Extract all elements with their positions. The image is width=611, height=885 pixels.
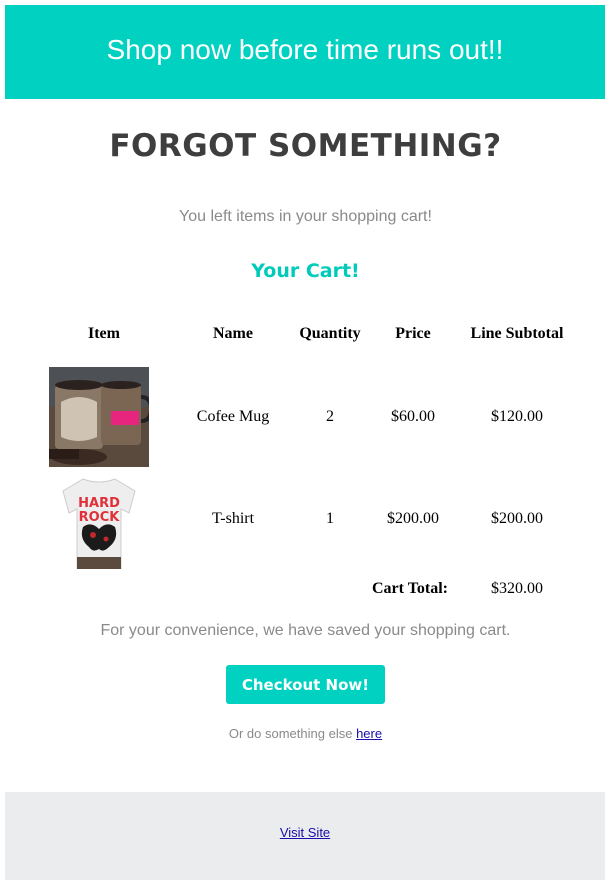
header-line-subtotal: Line Subtotal	[470, 325, 564, 342]
here-link[interactable]: here	[356, 726, 382, 741]
tshirt-print-line-2: ROCK	[79, 510, 121, 525]
tshirt-image: HARD ROCK	[49, 469, 149, 569]
footer: Visit Site	[5, 792, 605, 880]
header-banner: Shop now before time runs out!!	[5, 5, 605, 99]
checkout-button[interactable]: Checkout Now!	[226, 665, 385, 704]
header-item: Item	[88, 325, 120, 342]
banner-text: Shop now before time runs out!!	[106, 34, 504, 65]
tshirt-print-line-1: HARD	[78, 496, 120, 511]
row-subtotal: $200.00	[491, 510, 543, 527]
cart-total-value: $320.00	[491, 580, 543, 597]
row-price: $200.00	[387, 510, 439, 527]
cart-total-label: Cart Total:	[372, 580, 448, 597]
cart-heading: Your Cart!	[251, 260, 360, 282]
subtitle: You left items in your shopping cart!	[179, 208, 432, 225]
convenience-text: For your convenience, we have saved your…	[100, 622, 511, 639]
row-price: $60.00	[391, 408, 435, 425]
alternate-action-prefix: Or do something else	[228, 726, 353, 741]
row-name: Cofee Mug	[196, 408, 270, 425]
page-title: FORGOT SOMETHING?	[109, 128, 502, 164]
row-quantity: 2	[326, 408, 334, 425]
header-quantity: Quantity	[299, 325, 361, 342]
header-price: Price	[395, 325, 431, 342]
row-subtotal: $120.00	[491, 408, 543, 425]
visit-site-link[interactable]: Visit Site	[280, 825, 330, 840]
row-quantity: 1	[326, 510, 334, 527]
alternate-action-text: Or do something else here	[0, 726, 611, 741]
footer-link-container: Visit Site	[5, 825, 605, 840]
row-name: T-shirt	[211, 510, 255, 527]
coffee-mug-image	[49, 367, 149, 467]
header-name: Name	[213, 325, 253, 342]
